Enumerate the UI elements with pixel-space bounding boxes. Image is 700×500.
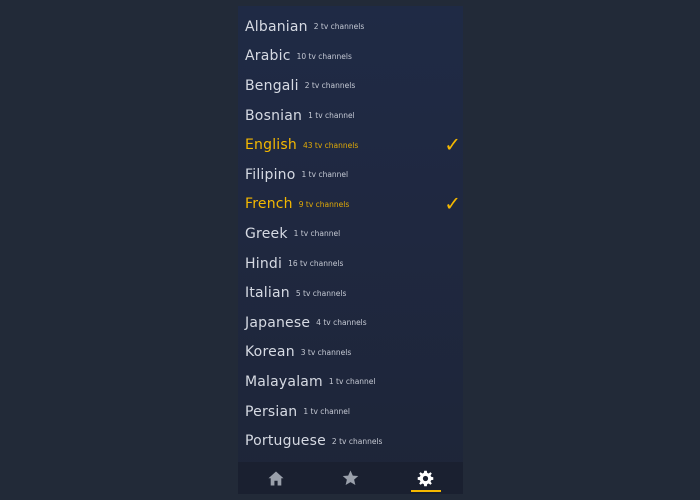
gear-icon [417,470,434,486]
language-name: Greek [245,225,288,242]
language-name: Italian [245,285,290,302]
language-name: Bosnian [245,107,303,124]
language-name: Portuguese [245,433,326,450]
language-list: Albanian 2 tv channels Arabic 10 tv chan… [238,12,463,456]
language-name: Filipino [245,166,296,183]
channel-count: 2 tv channels [313,22,365,32]
language-name: Arabic [245,48,291,65]
language-row-portuguese[interactable]: Portuguese 2 tv channels [238,426,463,456]
language-row-bosnian[interactable]: Bosnian 1 tv channel [238,101,463,131]
language-row-arabic[interactable]: Arabic 10 tv channels [238,42,463,72]
channel-count: 9 tv channels [298,199,350,209]
language-row-bengali[interactable]: Bengali 2 tv channels [238,71,463,101]
language-row-greek[interactable]: Greek 1 tv channel [238,219,463,249]
language-row-hindi[interactable]: Hindi 16 tv channels [238,249,463,279]
language-name: Malayalam [245,373,323,390]
language-row-persian[interactable]: Persian 1 tv channel [238,397,463,427]
nav-settings-button[interactable] [388,462,463,494]
language-row-filipino[interactable]: Filipino 1 tv channel [238,160,463,190]
language-row-malayalam[interactable]: Malayalam 1 tv channel [238,367,463,397]
checkmark-icon: ✓ [444,191,461,216]
active-tab-indicator [410,490,441,492]
language-row-albanian[interactable]: Albanian 2 tv channels [238,12,463,42]
language-name: Persian [245,403,298,420]
bottom-navigation [238,462,463,494]
language-name: English [245,137,297,154]
language-name: French [245,196,293,213]
language-name: Korean [245,344,295,361]
language-row-french[interactable]: French 9 tv channels ✓ [238,190,463,220]
language-name: Bengali [245,77,299,94]
home-icon [268,471,283,485]
channel-count: 1 tv channel [301,170,349,180]
checkmark-icon: ✓ [444,132,461,157]
channel-count: 10 tv channels [296,51,352,61]
nav-favorites-button[interactable] [313,462,388,494]
channel-count: 1 tv channel [303,407,350,417]
language-name: Hindi [245,255,283,272]
channel-count: 1 tv channel [308,111,355,121]
channel-count: 1 tv channel [328,377,376,387]
language-row-italian[interactable]: Italian 5 tv channels [238,278,463,308]
language-row-japanese[interactable]: Japanese 4 tv channels [238,308,463,338]
channel-count: 3 tv channels [300,347,352,357]
language-row-korean[interactable]: Korean 3 tv channels [238,338,463,368]
channel-count: 4 tv channels [316,318,367,328]
nav-home-button[interactable] [238,462,313,494]
language-name: Albanian [245,18,308,35]
star-icon [342,470,359,486]
channel-count: 1 tv channel [293,229,341,239]
channel-count: 2 tv channels [331,436,383,446]
language-name: Japanese [245,314,311,331]
language-screen: Albanian 2 tv channels Arabic 10 tv chan… [238,6,463,494]
channel-count: 16 tv channels [288,259,344,269]
channel-count: 2 tv channels [304,81,356,91]
channel-count: 43 tv channels [302,140,359,150]
language-row-english[interactable]: English 43 tv channels ✓ [238,130,463,160]
channel-count: 5 tv channels [295,288,347,298]
